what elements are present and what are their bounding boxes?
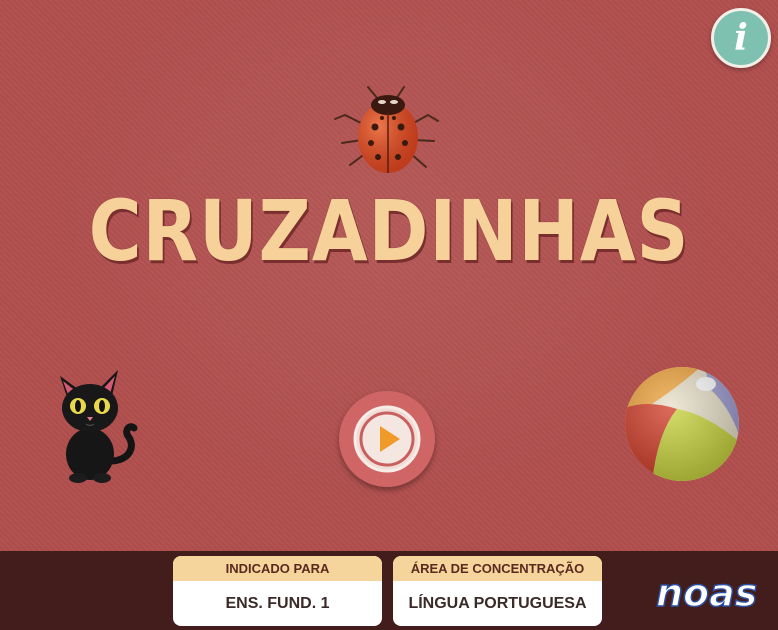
concentration-area-header: ÁREA DE CONCENTRAÇÃO <box>393 556 602 581</box>
concentration-area-value: LÍNGUA PORTUGUESA <box>408 594 587 612</box>
concentration-area-card: ÁREA DE CONCENTRAÇÃO LÍNGUA PORTUGUESA <box>393 556 602 626</box>
ladybug-icon <box>334 86 439 173</box>
indicated-for-card: INDICADO PARA ENS. FUND. 1 <box>173 556 382 626</box>
indicated-for-value: ENS. FUND. 1 <box>225 594 330 612</box>
game-title: CRUZADINHAS <box>88 182 690 280</box>
info-icon: i <box>734 17 748 59</box>
black-cat-icon <box>60 370 138 483</box>
info-button[interactable]: i <box>711 8 771 68</box>
svg-text:noas: noas <box>656 571 757 615</box>
play-icon <box>353 405 421 473</box>
play-button[interactable] <box>339 391 435 487</box>
noas-logo: noas <box>655 570 758 616</box>
beach-ball-icon <box>625 367 739 481</box>
indicated-for-header: INDICADO PARA <box>173 556 382 581</box>
